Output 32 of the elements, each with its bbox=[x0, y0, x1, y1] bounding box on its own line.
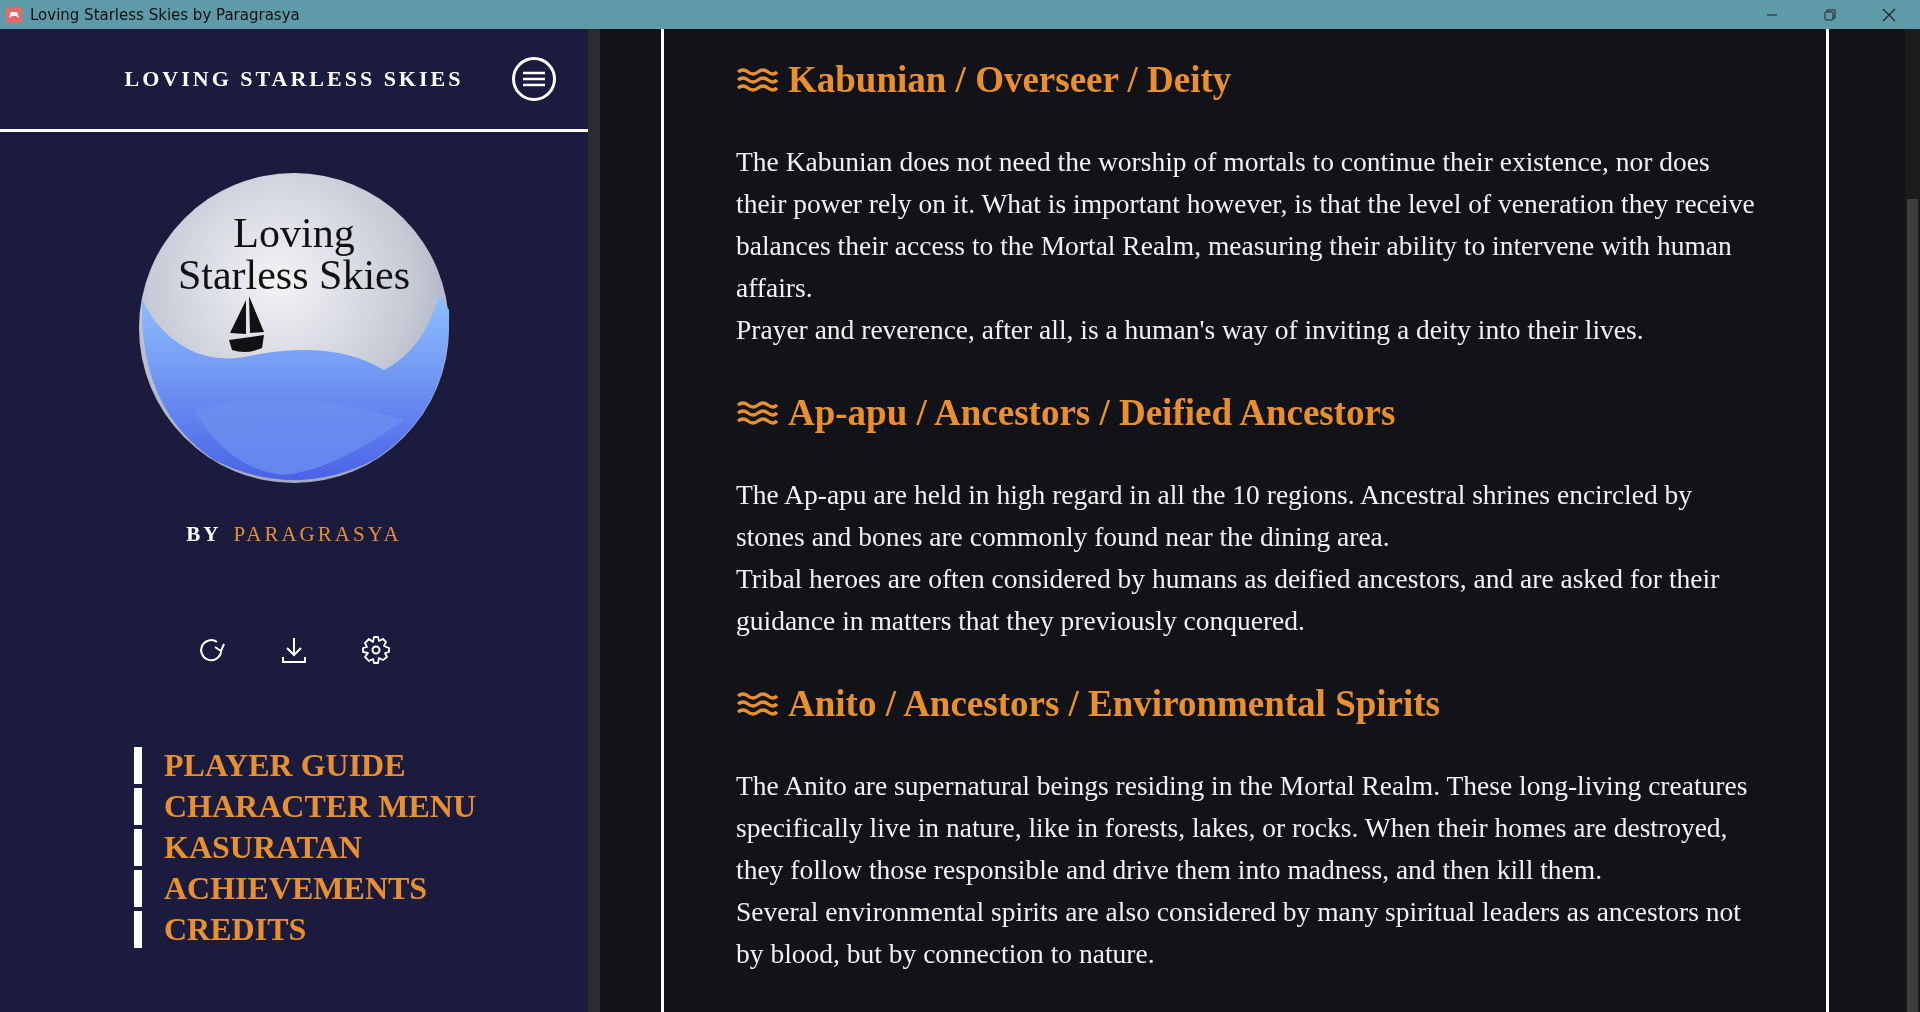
section-heading: Ap-apu / Ancestors / Deified Ancestors bbox=[788, 391, 1396, 435]
nav-link[interactable]: KASURATAN bbox=[134, 829, 476, 866]
restore-icon[interactable] bbox=[1824, 8, 1836, 21]
section-heading: Anito / Ancestors / Environmental Spirits bbox=[788, 682, 1440, 726]
body-paragraph: The Kabunian does not need the worship of mortals to continue their existence, nor does their power rely on it. What is important however, is that the level of veneration they receive balances their access to the Mortal Realm, measuring their ability to intervene with human affairs. bbox=[736, 145, 1756, 305]
section-heading: Kabunian / Overseer / Deity bbox=[788, 58, 1232, 102]
settings-icon[interactable] bbox=[361, 635, 391, 665]
nav-link[interactable]: CREDITS bbox=[134, 911, 476, 948]
scrollbar[interactable] bbox=[588, 29, 600, 1012]
body-paragraph: Several environmental spirits are also considered by many spiritual leaders as ancestors not by blood, but by connection to nature. bbox=[736, 895, 1742, 971]
nav-link[interactable]: PLAYER GUIDE bbox=[134, 747, 476, 784]
app-icon bbox=[6, 6, 22, 23]
wave-lines-icon bbox=[736, 67, 778, 93]
window-title: Loving Starless Skies by Paragrasya bbox=[30, 5, 300, 24]
scrollbar-thumb[interactable] bbox=[1907, 199, 1918, 1012]
wave-lines-icon bbox=[736, 691, 778, 717]
menu-icon[interactable] bbox=[521, 69, 547, 89]
nav-link[interactable]: CHARACTER MENU bbox=[134, 788, 476, 825]
logo-text: Loving bbox=[233, 212, 355, 254]
menu-button[interactable] bbox=[512, 57, 556, 101]
wave-lines-icon bbox=[736, 400, 778, 426]
body-paragraph: Tribal heroes are often considered by humans as deified ancestors, and are asked for their guidance in matters that they previously conquered. bbox=[736, 562, 1721, 638]
sidebar-title: LOVING STARLESS SKIES bbox=[124, 66, 464, 92]
body-paragraph: Prayer and reverence, after all, is a human's way of inviting a deity into their lives. bbox=[736, 313, 1645, 347]
body-paragraph: The Ap-apu are held in high regard in all the 10 regions. Ancestral shrines encircled by stones and bones are commonly found near the dining area. bbox=[736, 478, 1694, 554]
byline-label: BY bbox=[186, 522, 222, 547]
nav-link[interactable]: ACHIEVEMENTS bbox=[134, 870, 476, 907]
download-icon[interactable] bbox=[279, 635, 309, 665]
close-icon[interactable] bbox=[1882, 7, 1896, 22]
body-paragraph: The Anito are supernatural beings residing in the Mortal Realm. These long-living creatures specifically live in nature, like in forests, lakes, or rocks. When their homes are destroyed, they follow those responsible and drive them into madness, and then kill them. bbox=[736, 769, 1749, 887]
scrollbar[interactable] bbox=[1905, 29, 1920, 1012]
author-link[interactable]: PARAGRASYA bbox=[233, 522, 402, 547]
